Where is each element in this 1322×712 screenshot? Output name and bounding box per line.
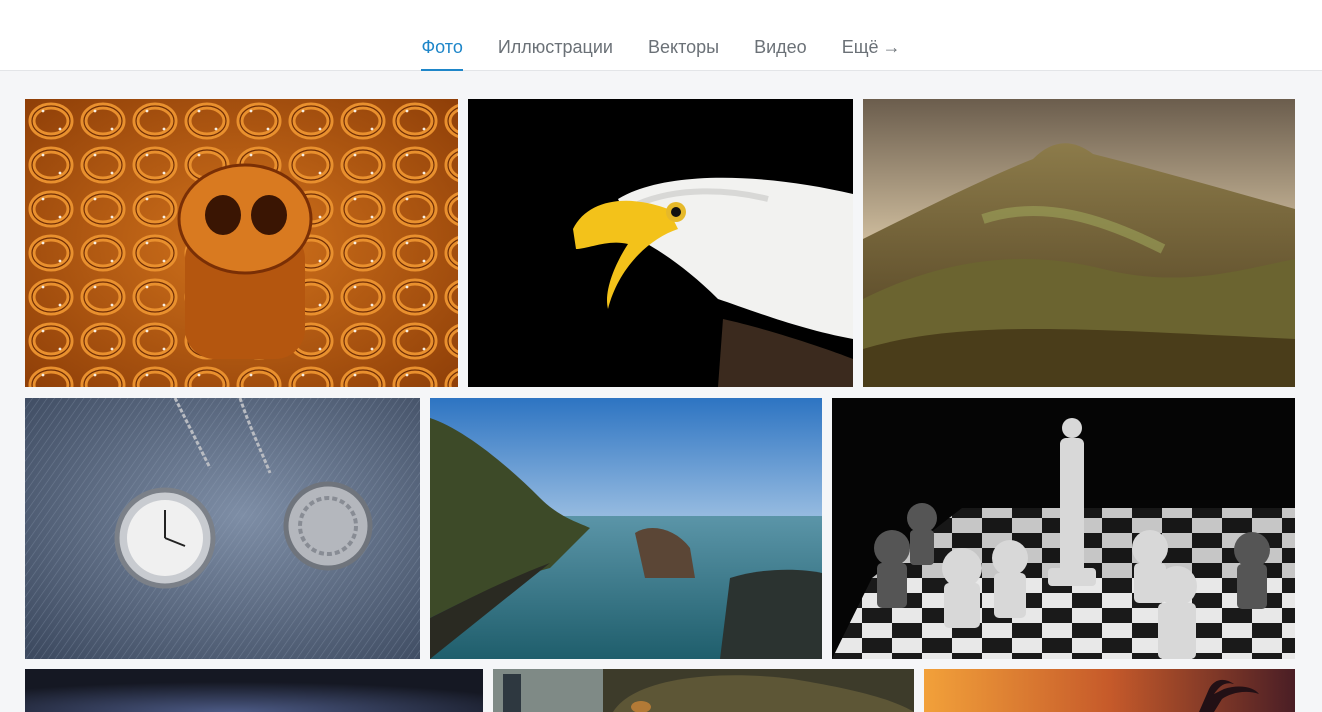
tab-more-label: Ещё	[841, 37, 879, 57]
photo-tile-pretzels[interactable]	[25, 99, 458, 387]
tab-video-label: Видео	[754, 37, 807, 57]
tab-vectors-label: Векторы	[647, 37, 720, 57]
arrow-right-icon: →	[882, 37, 901, 57]
photo-tile-eagle[interactable]	[468, 99, 853, 387]
tab-video[interactable]: Видео	[754, 36, 807, 71]
photo-tile-sea-cliffs[interactable]	[430, 398, 822, 659]
tab-more[interactable]: Ещё →	[842, 36, 901, 71]
photo-tile-mountains[interactable]	[863, 99, 1295, 387]
tab-photo-label: Фото	[421, 37, 463, 57]
tab-illustrations[interactable]: Иллюстрации	[498, 36, 613, 71]
top-nav-bar: Фото Иллюстрации Векторы Видео Ещё →	[0, 0, 1322, 71]
photo-tile-owl[interactable]	[493, 669, 914, 712]
tab-photo[interactable]: Фото	[421, 36, 464, 71]
photo-tile-sunset[interactable]	[924, 669, 1295, 712]
tab-illustrations-label: Иллюстрации	[497, 37, 613, 57]
tab-vectors[interactable]: Векторы	[648, 36, 719, 71]
media-type-tabs: Фото Иллюстрации Векторы Видео Ещё →	[0, 0, 1322, 71]
photo-tile-dark-gradient[interactable]	[25, 669, 483, 712]
photo-tile-pocket-watches[interactable]	[25, 398, 420, 659]
photo-tile-chess[interactable]	[832, 398, 1295, 659]
